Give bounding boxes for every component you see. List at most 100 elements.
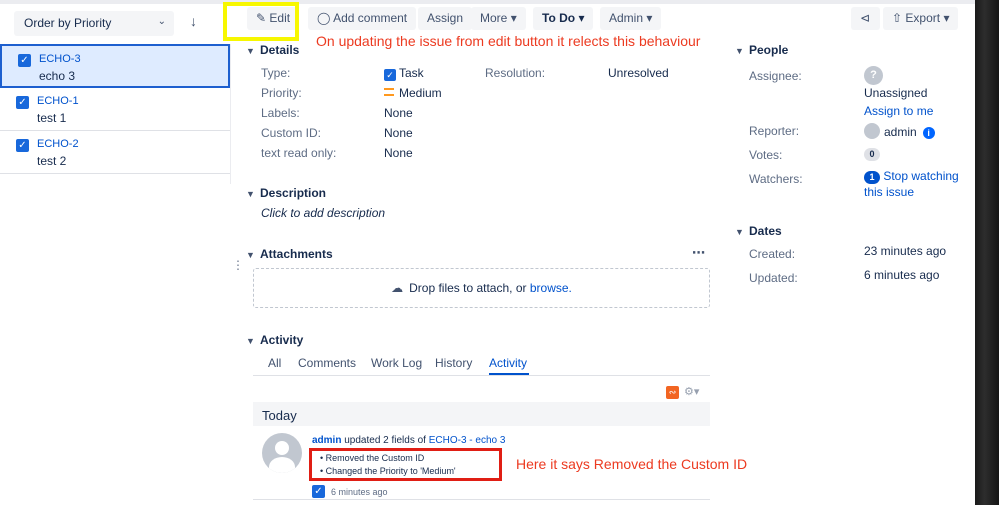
reporter-value: admin i (864, 123, 935, 139)
more-button[interactable]: More ▾ (471, 7, 526, 30)
resolution-value: Unresolved (608, 66, 669, 80)
assign-to-me-link[interactable]: Assign to me (864, 104, 933, 118)
votes-count: 0 (864, 148, 880, 161)
custom-id-label: Custom ID: (261, 126, 322, 140)
tabs-divider (253, 375, 710, 376)
watchers-label: Watchers: (749, 172, 803, 186)
tab-all[interactable]: All (268, 356, 281, 370)
more-label: More (480, 11, 508, 25)
assign-button[interactable]: Assign (418, 7, 473, 30)
top-border (0, 0, 975, 4)
panel-divider (230, 44, 231, 184)
priority-value-text: Medium (399, 86, 442, 100)
stop-watching-link[interactable]: Stop watching (883, 169, 958, 183)
checkbox-icon: ✓ (312, 485, 325, 498)
attachments-toggle[interactable]: ▼ Attachments (246, 247, 333, 261)
issue-list-item[interactable]: ✓ ECHO-3 echo 3 (0, 44, 230, 88)
assignee-label: Assignee: (749, 69, 802, 83)
add-comment-button[interactable]: ◯ Add comment (308, 7, 417, 30)
gear-icon[interactable]: ⚙▾ (684, 385, 699, 398)
dates-toggle[interactable]: ▼ Dates (735, 224, 782, 238)
avatar (864, 123, 880, 139)
type-value: ✓ Task (384, 66, 424, 81)
reporter-name[interactable]: admin (884, 125, 917, 139)
issue-list: ✓ ECHO-3 echo 3 ✓ ECHO-1 test 1 ✓ ECHO-2… (0, 44, 230, 174)
votes-value[interactable]: 0 (864, 146, 880, 161)
more-options-icon[interactable]: ⋯ (692, 245, 705, 261)
checkbox-icon: ✓ (18, 54, 31, 67)
watchers-count[interactable]: 1 (864, 171, 880, 184)
status-button[interactable]: To Do ▾ (533, 7, 594, 30)
chevron-down-icon: ▼ (246, 250, 255, 260)
details-toggle[interactable]: ▼ Details (246, 43, 299, 57)
export-button[interactable]: ⇧ Export ▾ (883, 7, 959, 30)
comment-icon: ◯ (317, 11, 331, 25)
details-heading: Details (260, 43, 300, 57)
share-button[interactable]: ⊲ (851, 7, 880, 30)
active-tab-indicator (489, 373, 529, 375)
activity-toggle[interactable]: ▼ Activity (246, 333, 303, 347)
type-label: Type: (261, 66, 291, 80)
cloud-upload-icon: ☁ (391, 281, 404, 295)
priority-medium-icon (384, 88, 394, 96)
description-placeholder[interactable]: Click to add description (261, 206, 385, 220)
issue-key: ECHO-2 (37, 138, 79, 150)
activity-entry-header: admin updated 2 fields of ECHO-3 - echo … (312, 435, 505, 446)
chevron-down-icon: ▼ (246, 189, 255, 199)
info-icon[interactable]: i (922, 127, 935, 139)
text-read-only-value: None (384, 146, 413, 160)
annotation-top-note: On updating the issue from edit button i… (316, 33, 701, 49)
tab-comments[interactable]: Comments (298, 356, 356, 370)
activity-changes-annotation: • Removed the Custom ID • Changed the Pr… (309, 448, 502, 481)
dropzone-text: ☁ Drop files to attach, or browse. (254, 281, 709, 295)
people-heading: People (749, 43, 789, 57)
order-by-label: Order by Priority (24, 16, 112, 30)
chevron-down-icon: ▾ (510, 11, 517, 25)
chevron-down-icon: ▼ (246, 336, 255, 346)
stop-watching-link-cont[interactable]: this issue (864, 185, 914, 199)
chevron-down-icon: ▼ (735, 46, 744, 56)
edit-highlight-annotation (223, 2, 299, 41)
activity-divider (253, 499, 710, 500)
text-read-only-label: text read only: (261, 146, 337, 160)
admin-button[interactable]: Admin ▾ (600, 7, 662, 30)
actor-link[interactable]: admin (312, 435, 341, 446)
resolution-label: Resolution: (485, 66, 546, 80)
browse-link[interactable]: browse. (530, 281, 572, 295)
tab-history[interactable]: History (435, 356, 472, 370)
chevron-down-icon: ▼ (735, 227, 744, 237)
resize-handle-icon[interactable]: ⋮ (232, 258, 244, 272)
tab-work-log[interactable]: Work Log (371, 356, 422, 370)
chevron-down-icon: ⌄ (157, 16, 166, 27)
issue-summary: test 1 (37, 111, 67, 125)
unassigned-avatar-icon: ? (864, 66, 883, 85)
issue-list-item[interactable]: ✓ ECHO-1 test 1 (0, 88, 230, 131)
attachment-dropzone[interactable]: ☁ Drop files to attach, or browse. (253, 268, 710, 308)
today-header (253, 402, 710, 426)
issue-key: ECHO-1 (37, 95, 79, 107)
attachments-heading: Attachments (260, 247, 333, 261)
created-value: 23 minutes ago (864, 244, 947, 258)
issue-link[interactable]: ECHO-3 - echo 3 (429, 435, 506, 446)
task-icon: ✓ (384, 69, 396, 81)
people-toggle[interactable]: ▼ People (735, 43, 788, 57)
chevron-down-icon: ▾ (646, 11, 653, 25)
priority-value: Medium (384, 86, 442, 100)
checkbox-icon: ✓ (16, 96, 29, 109)
change-item: • Changed the Priority to 'Medium' (320, 466, 456, 476)
votes-label: Votes: (749, 148, 783, 162)
tab-activity[interactable]: Activity (489, 356, 527, 370)
sort-direction-icon[interactable]: ↓ (190, 13, 197, 29)
custom-id-value: None (384, 126, 413, 140)
admin-label: Admin (609, 11, 644, 25)
export-icon: ⇧ (892, 11, 903, 25)
issue-list-item[interactable]: ✓ ECHO-2 test 2 (0, 131, 230, 174)
updated-value: 6 minutes ago (864, 268, 940, 282)
issue-summary: test 2 (37, 154, 67, 168)
checkbox-icon: ✓ (16, 139, 29, 152)
rss-icon[interactable]: ∾ (666, 386, 679, 399)
chevron-down-icon: ▾ (943, 11, 950, 25)
order-by-select[interactable]: Order by Priority ⌄ (14, 11, 174, 36)
description-toggle[interactable]: ▼ Description (246, 186, 326, 200)
export-label: Export (905, 11, 941, 25)
